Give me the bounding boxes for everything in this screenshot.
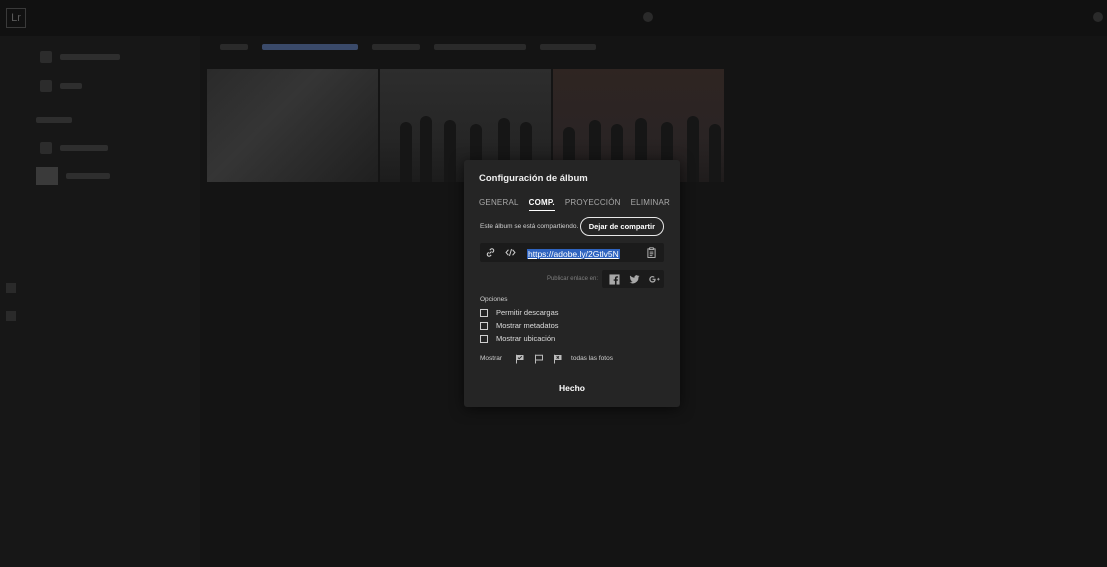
show-metadata-checkbox[interactable] — [480, 321, 488, 330]
link-icon[interactable] — [480, 243, 500, 262]
dialog-title: Configuración de álbum — [479, 173, 588, 184]
options-heading: Opciones — [480, 296, 508, 303]
show-label: Mostrar — [480, 355, 503, 362]
option-label: Mostrar metadatos — [496, 321, 559, 330]
sidebar-album — [36, 167, 110, 185]
rail-icon — [6, 283, 16, 293]
sidebar-item — [40, 78, 82, 94]
app-logo: Lr — [6, 8, 26, 28]
allow-downloads-option[interactable]: Permitir descargas — [480, 308, 559, 317]
photo-thumbnail — [207, 69, 378, 182]
topbar-icon — [643, 12, 653, 22]
rejected-flag-icon[interactable] — [552, 353, 563, 364]
publish-label: Publicar enlace en: — [546, 276, 598, 282]
option-label: Permitir descargas — [496, 308, 559, 317]
top-bar: Lr — [0, 0, 1107, 36]
show-location-option[interactable]: Mostrar ubicación — [480, 334, 555, 343]
show-filter-row: Mostrar todas las fotos — [480, 353, 613, 364]
share-url-field[interactable]: https://adobe.ly/2Gtlv5N — [527, 248, 620, 259]
breadcrumb — [220, 44, 596, 50]
embed-code-icon[interactable] — [500, 243, 520, 262]
sidebar-section — [36, 112, 72, 128]
copy-clipboard-icon[interactable] — [642, 247, 660, 258]
album-settings-dialog: Configuración de álbum GENERAL COMP. PRO… — [464, 160, 680, 407]
twitter-icon[interactable] — [628, 273, 640, 285]
share-link-box: https://adobe.ly/2Gtlv5N — [480, 243, 664, 262]
tab-general[interactable]: GENERAL — [479, 198, 519, 211]
show-location-checkbox[interactable] — [480, 334, 488, 343]
tab-share[interactable]: COMP. — [528, 198, 555, 211]
rail-icon — [6, 311, 16, 321]
tab-delete[interactable]: ELIMINAR — [631, 198, 670, 211]
done-button[interactable]: Hecho — [464, 383, 680, 393]
option-label: Mostrar ubicación — [496, 334, 556, 343]
sidebar-item — [40, 49, 120, 65]
unflagged-flag-icon[interactable] — [533, 353, 544, 364]
allow-downloads-checkbox[interactable] — [480, 308, 488, 317]
show-filter-value: todas las fotos — [571, 355, 613, 362]
stop-sharing-button[interactable]: Dejar de compartir — [579, 217, 664, 236]
google-plus-icon[interactable] — [648, 273, 660, 285]
show-metadata-option[interactable]: Mostrar metadatos — [480, 321, 559, 330]
share-status-text: Este álbum se está compartiendo. — [480, 223, 579, 230]
facebook-icon[interactable] — [608, 273, 620, 285]
sidebar — [0, 36, 200, 567]
user-avatar — [1093, 12, 1103, 22]
publish-link-row: Publicar enlace en: — [480, 270, 664, 288]
share-status-row: Este álbum se está compartiendo. Dejar d… — [480, 217, 664, 236]
sidebar-item — [40, 140, 108, 156]
dialog-tabs: GENERAL COMP. PROYECCIÓN ELIMINAR — [479, 198, 670, 211]
picked-flag-icon[interactable] — [514, 353, 525, 364]
tab-slideshow[interactable]: PROYECCIÓN — [565, 198, 621, 211]
